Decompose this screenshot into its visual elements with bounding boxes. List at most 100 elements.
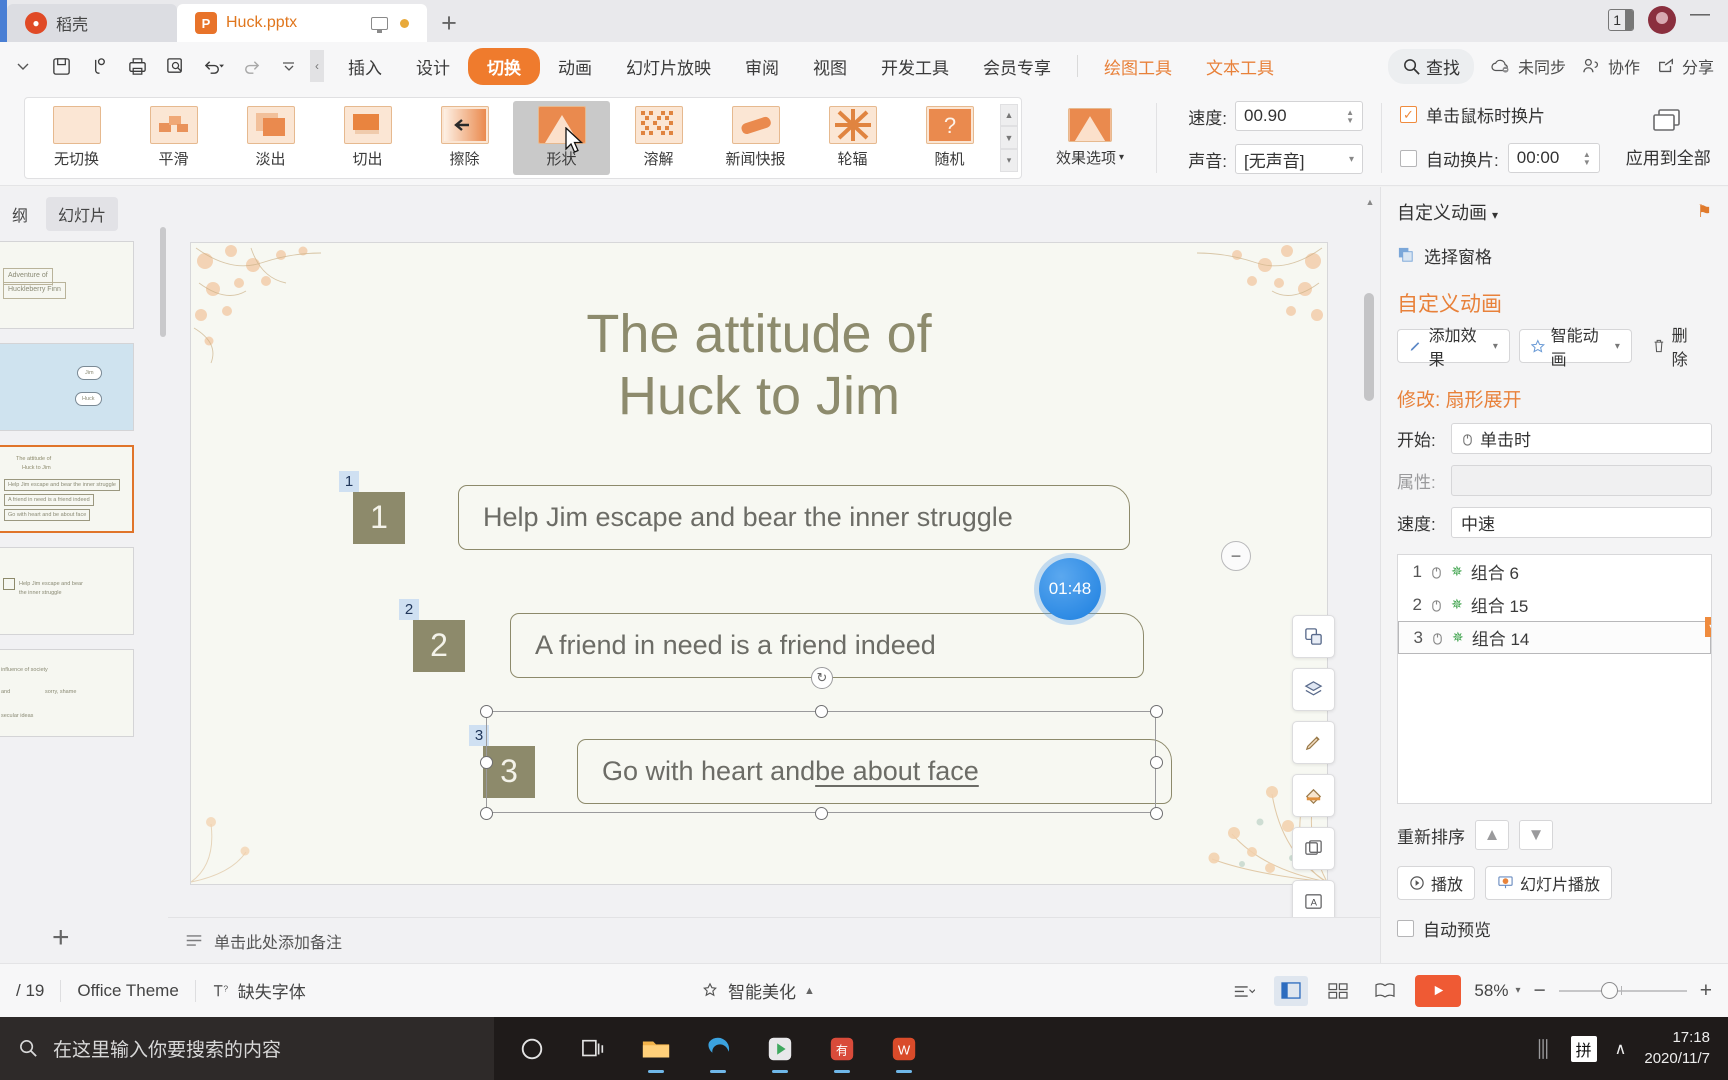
transition-morph[interactable]: 平滑 xyxy=(125,101,222,175)
slide-thumbnail[interactable]: Help Jim escape and bear the inner strug… xyxy=(0,547,134,635)
view-reading-button[interactable] xyxy=(1368,976,1402,1006)
qat-expand-icon[interactable] xyxy=(6,49,40,83)
duplicate-icon[interactable] xyxy=(1292,827,1335,870)
tab-drawing-tools[interactable]: 绘图工具 xyxy=(1088,48,1188,85)
timer-minus-button[interactable]: − xyxy=(1221,541,1251,571)
property-select[interactable] xyxy=(1451,465,1712,496)
content-row-1[interactable]: 1 Help Jim escape and bear the inner str… xyxy=(353,485,1130,550)
brush-icon[interactable] xyxy=(1292,721,1335,764)
canvas-scroll-thumb[interactable] xyxy=(1364,293,1374,401)
speed-spinner[interactable]: ▲ ▼ xyxy=(1346,108,1354,124)
ime-indicator[interactable]: 拼 xyxy=(1570,1035,1597,1062)
user-avatar[interactable] xyxy=(1648,5,1676,34)
transition-newsflash[interactable]: 新闻快报 xyxy=(707,101,804,175)
on-click-row[interactable]: ✓ 单击鼠标时换片 xyxy=(1400,102,1600,127)
zoom-out-button[interactable]: − xyxy=(1533,979,1545,1003)
slide-title[interactable]: The attitude of Huck to Jim xyxy=(191,303,1327,427)
start-slideshow-button[interactable] xyxy=(1415,974,1462,1007)
pane-speed-select[interactable]: 中速 xyxy=(1451,507,1712,538)
view-options-icon[interactable] xyxy=(1227,976,1261,1006)
tab-slides[interactable]: 幻灯片 xyxy=(46,197,119,231)
resize-handle-bc[interactable] xyxy=(815,807,828,820)
canvas-scrollbar[interactable]: ▲ ▼ ▼ xyxy=(1364,197,1376,953)
tab-developer[interactable]: 开发工具 xyxy=(865,48,965,85)
animation-list-item-selected[interactable]: 3 ✵ 组合 14 ▼ xyxy=(1398,617,1711,654)
undo-icon[interactable] xyxy=(196,49,230,83)
tray-expand-icon[interactable]: ∧ xyxy=(1615,1039,1627,1059)
on-click-checkbox[interactable]: ✓ xyxy=(1400,106,1417,123)
gallery-expand[interactable]: ▾ xyxy=(1000,148,1018,172)
window-count-badge[interactable]: 1 xyxy=(1608,8,1634,31)
resize-handle-tr[interactable] xyxy=(1150,705,1163,718)
gallery-scroll-up[interactable]: ▲ xyxy=(1000,103,1018,127)
transition-wipe[interactable]: 擦除 xyxy=(416,101,513,175)
speed-input[interactable]: 00.90 ▲ ▼ xyxy=(1235,101,1363,131)
tab-slideshow[interactable]: 幻灯片放映 xyxy=(610,48,727,85)
slide-thumbnail[interactable]: Jim Huck xyxy=(0,343,134,431)
beautify-button[interactable]: 智能美化 ▲ xyxy=(700,978,815,1003)
transition-shape[interactable]: 形状 xyxy=(513,100,610,175)
presentation-monitor-icon[interactable] xyxy=(371,16,388,33)
transition-wheel[interactable]: 轮辐 xyxy=(804,101,901,175)
smart-animation-button[interactable]: 智能动画 ▾ xyxy=(1518,328,1632,369)
content-row-2[interactable]: 2 A friend in need is a friend indeed xyxy=(413,613,1144,678)
collaborate-button[interactable]: 协作 xyxy=(1582,54,1640,78)
expand-effect-icon[interactable]: ▼ xyxy=(1705,617,1711,637)
scroll-up-icon[interactable]: ▲ xyxy=(1364,197,1376,207)
move-up-button[interactable]: ▲ xyxy=(1475,820,1509,850)
new-tab-button[interactable]: + xyxy=(427,4,471,42)
effect-options-button[interactable]: 效果选项 ▾ xyxy=(1042,107,1138,168)
transition-random[interactable]: ? 随机 xyxy=(901,101,998,175)
document-tab-huck[interactable]: P Huck.pptx xyxy=(177,4,427,42)
sync-status[interactable]: 未同步 xyxy=(1490,54,1566,78)
layers-icon[interactable] xyxy=(1292,668,1335,711)
layout-icon[interactable] xyxy=(1292,615,1335,658)
thumbnail-scrollbar[interactable] xyxy=(160,227,166,337)
play-button[interactable]: 播放 xyxy=(1397,866,1476,900)
notes-pane[interactable]: 单击此处添加备注 xyxy=(168,917,1380,963)
resize-handle-ml[interactable] xyxy=(480,756,493,769)
resize-handle-mr[interactable] xyxy=(1150,756,1163,769)
sound-select[interactable]: [无声音] ▾ xyxy=(1235,144,1363,174)
transition-dissolve[interactable]: 溶解 xyxy=(610,101,707,175)
theme-name[interactable]: Office Theme xyxy=(77,981,178,1001)
tab-view[interactable]: 视图 xyxy=(797,48,863,85)
resize-handle-bl[interactable] xyxy=(480,807,493,820)
auto-advance-spinner[interactable]: ▲ ▼ xyxy=(1583,150,1591,166)
tab-outline[interactable]: 纲 xyxy=(0,197,40,231)
zoom-in-button[interactable]: + xyxy=(1700,979,1712,1003)
redo-icon[interactable] xyxy=(234,49,268,83)
transition-cut[interactable]: 切出 xyxy=(319,101,416,175)
tab-animations[interactable]: 动画 xyxy=(542,48,608,85)
taskbar-clock[interactable]: 17:18 2020/11/7 xyxy=(1644,1028,1710,1069)
apply-to-all-button[interactable]: 应用到全部 xyxy=(1626,107,1711,169)
presentation-timer[interactable]: 01:48 xyxy=(1039,558,1101,620)
slide-canvas[interactable]: The attitude of Huck to Jim 1 1 Help Jim… xyxy=(191,243,1335,923)
delete-effect-button[interactable]: 删除 xyxy=(1641,328,1712,369)
resize-handle-tl[interactable] xyxy=(480,705,493,718)
cortana-icon[interactable] xyxy=(506,1023,558,1075)
cloud-sync-icon[interactable] xyxy=(82,49,116,83)
view-sorter-button[interactable] xyxy=(1321,976,1355,1006)
zoom-level[interactable]: 58% ▾ xyxy=(1474,981,1520,1001)
taskbar-search[interactable]: 在这里输入你要搜索的内容 xyxy=(0,1017,494,1080)
view-normal-button[interactable] xyxy=(1274,975,1309,1006)
print-preview-icon[interactable] xyxy=(158,49,192,83)
chevron-down-icon[interactable]: ▾ xyxy=(1492,208,1498,222)
fill-icon[interactable] xyxy=(1292,774,1335,817)
zoom-knob[interactable] xyxy=(1600,982,1618,999)
tab-transitions[interactable]: 切换 xyxy=(468,47,540,85)
animation-list-item[interactable]: 1 ✵ 组合 6 xyxy=(1398,555,1711,588)
row-text-box-1[interactable]: Help Jim escape and bear the inner strug… xyxy=(458,485,1130,550)
start-select[interactable]: 单击时 xyxy=(1451,423,1712,454)
tab-insert[interactable]: 插入 xyxy=(332,48,398,85)
animation-list[interactable]: 1 ✵ 组合 6 2 ✵ 组合 15 3 ✵ 组合 14 ▼ xyxy=(1397,554,1712,804)
wps-office-icon[interactable]: W xyxy=(878,1023,930,1075)
auto-advance-input[interactable]: 00:00 ▲ ▼ xyxy=(1507,143,1600,173)
gallery-scrollbar[interactable]: ▲ ▼ ▾ xyxy=(1000,101,1018,175)
resize-handle-br[interactable] xyxy=(1150,807,1163,820)
tab-member[interactable]: 会员专享 xyxy=(967,48,1067,85)
resize-handle-tc[interactable] xyxy=(815,705,828,718)
slide-thumbnail[interactable]: influence of society and sorry, shame se… xyxy=(0,649,134,737)
tab-review[interactable]: 审阅 xyxy=(729,48,795,85)
